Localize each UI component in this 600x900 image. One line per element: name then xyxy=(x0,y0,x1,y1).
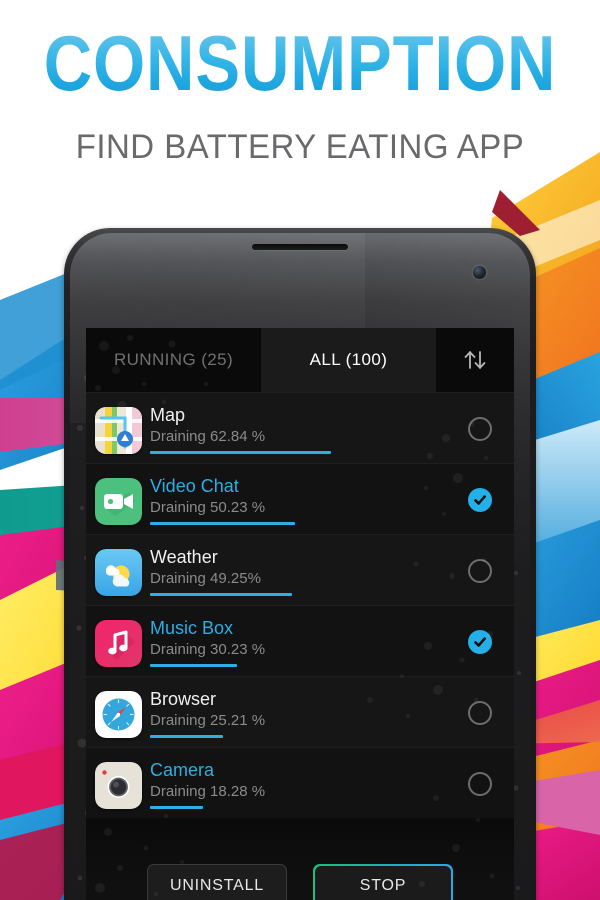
drain-bar-fill xyxy=(150,451,331,454)
drain-bar-fill xyxy=(150,735,223,738)
front-camera-icon xyxy=(473,266,486,279)
app-status: Draining 62.84 % xyxy=(150,428,266,445)
drain-bar-track xyxy=(150,451,438,454)
drain-bar-fill xyxy=(150,593,292,596)
app-name: Music Box xyxy=(150,618,234,638)
select-toggle[interactable] xyxy=(446,689,514,725)
tab-running[interactable]: RUNNING (25) xyxy=(86,328,261,392)
browser-icon xyxy=(94,691,142,738)
drain-bar-fill xyxy=(150,806,203,809)
table-row[interactable]: Browser Draining 25.21 % xyxy=(86,676,514,747)
app-icon-cell xyxy=(86,547,150,596)
phone-device: RUNNING (25) ALL (100) Map Draining 62.8… xyxy=(64,228,536,900)
music-box-icon xyxy=(94,620,142,667)
drain-bar-track xyxy=(150,735,438,738)
app-name: Map xyxy=(150,405,186,425)
map-icon xyxy=(94,407,142,454)
tab-all[interactable]: ALL (100) xyxy=(261,328,436,392)
action-button-bar: UNINSTALL STOP xyxy=(86,864,514,900)
select-toggle[interactable] xyxy=(446,618,514,654)
app-icon-cell xyxy=(86,760,150,809)
app-info: Video Chat Draining 50.23 % xyxy=(150,476,446,525)
weather-icon xyxy=(94,549,142,596)
app-screen: RUNNING (25) ALL (100) Map Draining 62.8… xyxy=(86,328,514,900)
unchecked-circle-icon xyxy=(468,559,492,583)
app-icon-cell xyxy=(86,618,150,667)
table-row[interactable]: Map Draining 62.84 % xyxy=(86,392,514,463)
page-subtitle: FIND BATTERY EATING APP xyxy=(75,128,525,166)
unchecked-circle-icon xyxy=(468,772,492,796)
app-status: Draining 50.23 % xyxy=(150,499,266,516)
select-toggle[interactable] xyxy=(446,760,514,796)
drain-bar-fill xyxy=(150,522,295,525)
unchecked-circle-icon xyxy=(468,701,492,725)
table-row[interactable]: Weather Draining 49.25% xyxy=(86,534,514,605)
app-name: Weather xyxy=(150,547,218,567)
app-status: Draining 25.21 % xyxy=(150,712,266,729)
app-info: Weather Draining 49.25% xyxy=(150,547,446,596)
tab-running-label: RUNNING (25) xyxy=(113,350,234,369)
promo-header: CONSUMPTION FIND BATTERY EATING APP xyxy=(0,0,600,167)
camera-icon xyxy=(94,762,142,809)
drain-bar-track xyxy=(150,522,438,525)
app-info: Map Draining 62.84 % xyxy=(150,405,446,454)
drain-bar-track xyxy=(150,593,438,596)
uninstall-button[interactable]: UNINSTALL xyxy=(147,864,287,900)
app-info: Browser Draining 25.21 % xyxy=(150,689,446,738)
app-list: Map Draining 62.84 % Video Chat Draining… xyxy=(86,392,514,818)
select-toggle[interactable] xyxy=(446,405,514,441)
app-status: Draining 30.23 % xyxy=(150,641,266,658)
table-row[interactable]: Music Box Draining 30.23 % xyxy=(86,605,514,676)
checked-circle-icon xyxy=(468,488,492,512)
app-icon-cell xyxy=(86,405,150,454)
checked-circle-icon xyxy=(468,630,492,654)
tab-bar: RUNNING (25) ALL (100) xyxy=(86,328,514,392)
check-icon xyxy=(474,495,486,505)
table-row[interactable]: Video Chat Draining 50.23 % xyxy=(86,463,514,534)
video-chat-icon xyxy=(94,478,142,525)
tab-all-label: ALL (100) xyxy=(309,350,388,369)
app-info: Music Box Draining 30.23 % xyxy=(150,618,446,667)
app-name: Camera xyxy=(150,760,215,780)
app-info: Camera Draining 18.28 % xyxy=(150,760,446,809)
app-status: Draining 49.25% xyxy=(150,570,261,587)
app-icon-cell xyxy=(86,476,150,525)
app-name: Video Chat xyxy=(150,476,239,496)
uninstall-button-label: UNINSTALL xyxy=(169,877,265,894)
drain-bar-track xyxy=(150,664,438,667)
stop-button-inner: STOP xyxy=(314,865,452,900)
app-status: Draining 18.28 % xyxy=(150,783,266,800)
sort-arrows-icon xyxy=(464,351,486,369)
drain-bar-track xyxy=(150,806,438,809)
app-name: Browser xyxy=(150,689,217,709)
stop-button[interactable]: STOP xyxy=(313,864,453,900)
earpiece-speaker-icon xyxy=(252,244,348,250)
drain-bar-fill xyxy=(150,664,238,667)
unchecked-circle-icon xyxy=(468,417,492,441)
sort-button[interactable] xyxy=(436,328,514,392)
select-toggle[interactable] xyxy=(446,547,514,583)
table-row[interactable]: Camera Draining 18.28 % xyxy=(86,747,514,818)
stop-button-label: STOP xyxy=(359,877,407,894)
check-icon xyxy=(474,637,486,647)
select-toggle[interactable] xyxy=(446,476,514,512)
page-title: CONSUMPTION xyxy=(43,19,557,107)
promo-screenshot: CONSUMPTION FIND BATTERY EATING APP RUNN… xyxy=(0,0,600,900)
app-icon-cell xyxy=(86,689,150,738)
